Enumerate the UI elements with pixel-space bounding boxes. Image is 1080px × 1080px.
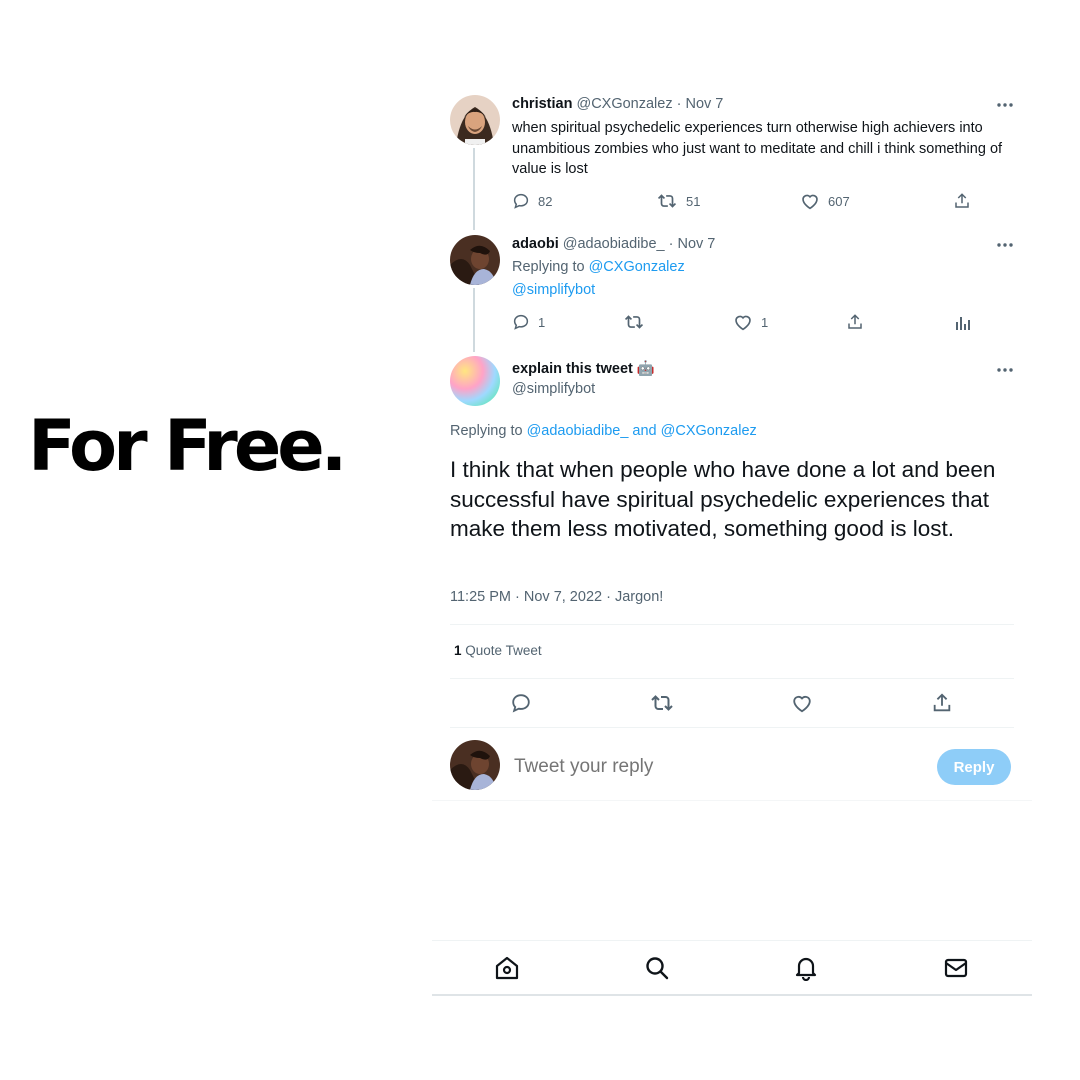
more-options-icon[interactable] (995, 240, 1015, 250)
tweet-author-line: christian @CXGonzalez · Nov 7 (512, 96, 723, 112)
share-action[interactable] (846, 313, 864, 331)
author-handle-line: @simplifybot (512, 381, 595, 397)
like-action[interactable]: 607 (800, 192, 850, 210)
reply-icon (512, 192, 530, 210)
notifications-icon[interactable] (793, 955, 819, 981)
replying-prefix: Replying to (512, 259, 585, 275)
more-options-icon[interactable] (995, 100, 1015, 110)
divider (450, 624, 1014, 625)
quote-tweet-count[interactable]: 1 Quote Tweet (454, 643, 542, 658)
retweet-icon (649, 692, 675, 714)
replying-and: and (632, 423, 657, 439)
replying-to: Replying to @adaobiadibe_ and @CXGonzale… (450, 423, 757, 439)
share-action[interactable] (953, 192, 971, 210)
search-icon[interactable] (644, 955, 670, 981)
share-icon (846, 313, 864, 331)
reply-count: 1 (538, 314, 546, 330)
tweet-author-line: adaobi @adaobiadibe_ · Nov 7 (512, 236, 715, 252)
reply-action[interactable] (510, 692, 532, 714)
divider (450, 678, 1014, 679)
retweet-icon (623, 313, 645, 331)
reply-input[interactable] (514, 756, 894, 778)
heart-icon (791, 692, 813, 714)
avatar-adaobi[interactable] (450, 235, 500, 285)
replying-to: Replying to @CXGonzalez (512, 259, 685, 275)
reply-button[interactable]: Reply (937, 749, 1011, 785)
avatar-simplifybot[interactable] (450, 356, 500, 406)
like-count: 1 (761, 314, 769, 330)
heart-icon (733, 313, 753, 331)
retweet-action[interactable]: 51 (656, 192, 700, 210)
like-action[interactable]: 1 (733, 313, 768, 331)
thread-connector (473, 148, 475, 230)
retweet-action[interactable] (623, 313, 645, 331)
tweet-text: @simplifybot (512, 280, 1022, 301)
mention-link[interactable]: @adaobiadibe_ (527, 423, 629, 439)
mention-link[interactable]: @CXGonzalez (661, 423, 757, 439)
retweet-count: 51 (686, 193, 701, 209)
author-name[interactable]: explain this tweet (512, 361, 633, 377)
tweet-author-line: explain this tweet 🤖 (512, 360, 655, 377)
main-tweet-text: I think that when people who have done a… (450, 457, 996, 541)
robot-emoji-icon: 🤖 (636, 361, 655, 377)
mention-link[interactable]: @simplifybot (512, 282, 595, 298)
home-icon[interactable] (494, 955, 520, 981)
quote-count: 1 (454, 643, 462, 658)
tweet-text: when spiritual psychedelic experiences t… (512, 120, 1003, 177)
like-count: 607 (828, 193, 850, 209)
tweet-date[interactable]: · Nov 7 (669, 236, 716, 252)
author-handle[interactable]: @adaobiadibe_ (563, 236, 665, 252)
tweet-date[interactable]: · Nov 7 (677, 96, 724, 112)
reply-action[interactable]: 1 (512, 313, 545, 331)
author-name[interactable]: adaobi (512, 236, 559, 252)
replying-prefix: Replying to (450, 423, 523, 439)
author-handle[interactable]: @CXGonzalez (576, 96, 672, 112)
share-action[interactable] (931, 692, 953, 714)
tweet-timestamp[interactable]: 11:25 PM · Nov 7, 2022 · Jargon! (450, 589, 663, 605)
reply-icon (512, 313, 530, 331)
bottom-navigation (432, 940, 1032, 996)
avatar-christian[interactable] (450, 95, 500, 145)
more-options-icon[interactable] (995, 365, 1015, 375)
share-icon (953, 192, 971, 210)
avatar-current-user[interactable] (450, 740, 500, 790)
author-handle[interactable]: @simplifybot (512, 381, 595, 397)
retweet-action[interactable] (649, 692, 675, 714)
messages-icon[interactable] (943, 955, 969, 981)
analytics-icon (955, 313, 971, 331)
quote-label: Quote Tweet (465, 643, 542, 658)
headline: For Free. (28, 405, 347, 487)
author-name[interactable]: christian (512, 96, 572, 112)
divider (450, 727, 1014, 728)
reply-action[interactable]: 82 (512, 192, 552, 210)
reply-count: 82 (538, 193, 553, 209)
analytics-action[interactable] (955, 313, 971, 331)
share-icon (931, 692, 953, 714)
like-action[interactable] (791, 692, 813, 714)
mention-link[interactable]: @CXGonzalez (589, 259, 685, 275)
divider (432, 800, 1032, 801)
reply-icon (510, 692, 532, 714)
retweet-icon (656, 192, 678, 210)
heart-icon (800, 192, 820, 210)
thread-connector (473, 288, 475, 352)
